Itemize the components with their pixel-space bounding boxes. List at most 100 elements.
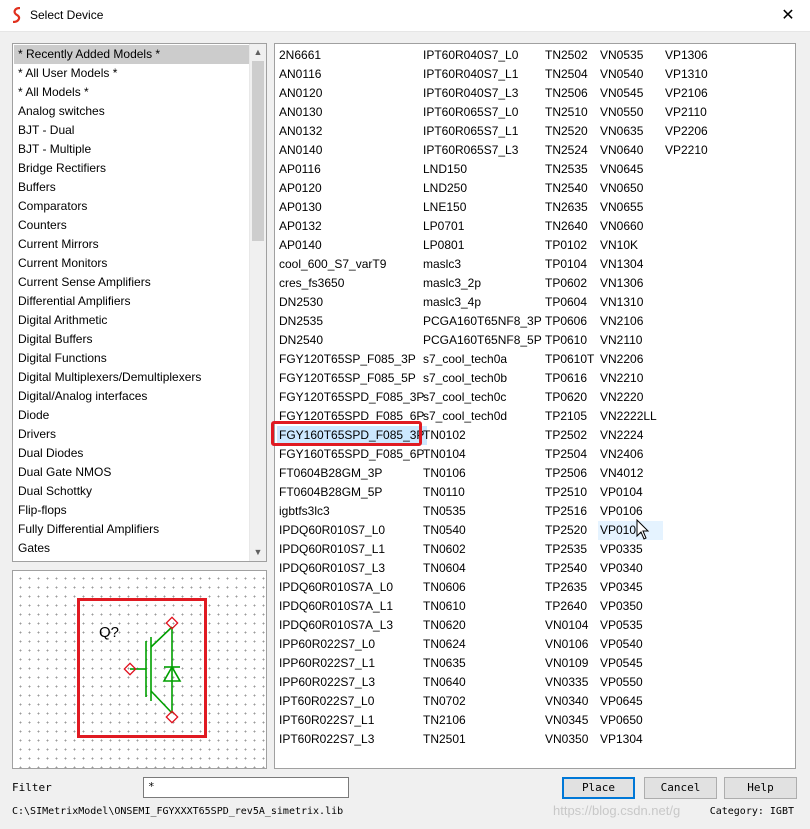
model-item[interactable]: AN0120	[277, 84, 427, 103]
category-item[interactable]: * Recently Added Models *	[14, 45, 250, 64]
model-item[interactable]: VN0660	[598, 217, 663, 236]
model-item[interactable]: IPT60R065S7_L3	[421, 141, 545, 160]
model-item[interactable]: IPT60R065S7_L0	[421, 103, 545, 122]
model-item[interactable]: IPDQ60R010S7_L1	[277, 540, 427, 559]
model-item[interactable]: VP0645	[598, 692, 663, 711]
model-item[interactable]: FT0604B28GM_5P	[277, 483, 427, 502]
model-item[interactable]: FT0604B28GM_3P	[277, 464, 427, 483]
model-item[interactable]: VN1310	[598, 293, 663, 312]
model-item[interactable]: VN2222LL	[598, 407, 663, 426]
model-item[interactable]: TP0620	[543, 388, 597, 407]
model-item[interactable]: VN2206	[598, 350, 663, 369]
model-item[interactable]: LP0701	[421, 217, 545, 236]
model-item[interactable]: TN0602	[421, 540, 545, 559]
model-item[interactable]: VN1306	[598, 274, 663, 293]
model-item[interactable]: AP0116	[277, 160, 427, 179]
model-item[interactable]: TP2502	[543, 426, 597, 445]
model-item[interactable]: IPDQ60R010S7A_L1	[277, 597, 427, 616]
close-button[interactable]: ✕	[766, 0, 810, 31]
model-item[interactable]: TN0610	[421, 597, 545, 616]
model-item[interactable]: VN0550	[598, 103, 663, 122]
model-item[interactable]: VN0350	[543, 730, 597, 749]
model-item[interactable]: maslc3_4p	[421, 293, 545, 312]
model-item[interactable]: TN0110	[421, 483, 545, 502]
model-item[interactable]: IPT60R022S7_L1	[277, 711, 427, 730]
model-item[interactable]: DN2530	[277, 293, 427, 312]
model-item[interactable]: LND250	[421, 179, 545, 198]
model-item[interactable]: TN0640	[421, 673, 545, 692]
model-item[interactable]: FGY120T65SP_F085_5P	[277, 369, 427, 388]
model-item[interactable]: FGY120T65SP_F085_3P	[277, 350, 427, 369]
model-item[interactable]: IPT60R040S7_L3	[421, 84, 545, 103]
model-item[interactable]: TP2516	[543, 502, 597, 521]
model-item[interactable]: VP2206	[663, 122, 711, 141]
category-item[interactable]: Counters	[14, 216, 250, 235]
category-item[interactable]: BJT - Multiple	[14, 140, 250, 159]
model-item[interactable]: TP0602	[543, 274, 597, 293]
category-item[interactable]: Buffers	[14, 178, 250, 197]
model-item[interactable]: TP2640	[543, 597, 597, 616]
category-item[interactable]: Current Sense Amplifiers	[14, 273, 250, 292]
cancel-button[interactable]: Cancel	[644, 777, 717, 799]
model-item[interactable]: IPDQ60R010S7A_L0	[277, 578, 427, 597]
model-item[interactable]: VN0335	[543, 673, 597, 692]
model-item[interactable]: TN2504	[543, 65, 597, 84]
category-item[interactable]: Gates	[14, 539, 250, 558]
model-item[interactable]: TP0604	[543, 293, 597, 312]
model-item[interactable]: VP1304	[598, 730, 663, 749]
model-item[interactable]: VN10K	[598, 236, 663, 255]
model-item[interactable]: TN2520	[543, 122, 597, 141]
model-item[interactable]: FGY160T65SPD_F085_6P	[277, 445, 427, 464]
category-item[interactable]: Fully Differential Amplifiers	[14, 520, 250, 539]
category-item[interactable]: Digital Multiplexers/Demultiplexers	[14, 368, 250, 387]
model-item[interactable]: TN2524	[543, 141, 597, 160]
model-item[interactable]: TN0635	[421, 654, 545, 673]
model-item[interactable]: VN2220	[598, 388, 663, 407]
category-item[interactable]: Digital Buffers	[14, 330, 250, 349]
model-item[interactable]: VP0106	[598, 502, 663, 521]
model-item[interactable]: TN0702	[421, 692, 545, 711]
model-item[interactable]: VP0650	[598, 711, 663, 730]
model-item[interactable]: maslc3_2p	[421, 274, 545, 293]
model-item[interactable]: TN0102	[421, 426, 545, 445]
model-item[interactable]: VN0635	[598, 122, 663, 141]
model-item[interactable]: 2N6661	[277, 46, 427, 65]
model-item[interactable]: VN2406	[598, 445, 663, 464]
model-item[interactable]: TP2105	[543, 407, 597, 426]
model-item[interactable]: TP0610T	[543, 350, 597, 369]
model-item[interactable]: VP0350	[598, 597, 663, 616]
model-item[interactable]: TP2504	[543, 445, 597, 464]
model-item[interactable]: igbtfs3lc3	[277, 502, 427, 521]
model-item[interactable]: VN0535	[598, 46, 663, 65]
category-item[interactable]: Current Monitors	[14, 254, 250, 273]
model-item[interactable]: VP0535	[598, 616, 663, 635]
model-item[interactable]: VP2106	[663, 84, 711, 103]
model-item[interactable]: VN2110	[598, 331, 663, 350]
model-item[interactable]: PCGA160T65NF8_5P	[421, 331, 545, 350]
model-item[interactable]: IPP60R022S7_L3	[277, 673, 427, 692]
model-item[interactable]: TN2635	[543, 198, 597, 217]
model-item[interactable]: TN0624	[421, 635, 545, 654]
model-item[interactable]: VP0340	[598, 559, 663, 578]
filter-input[interactable]: *	[143, 777, 349, 798]
model-item[interactable]: IPP60R022S7_L1	[277, 654, 427, 673]
model-item[interactable]: VN0545	[598, 84, 663, 103]
model-item[interactable]: VN2106	[598, 312, 663, 331]
model-item[interactable]: VP1306	[663, 46, 711, 65]
model-item[interactable]: IPT60R040S7_L1	[421, 65, 545, 84]
model-item[interactable]: VP1310	[663, 65, 711, 84]
model-item[interactable]: TN2502	[543, 46, 597, 65]
model-list[interactable]: 2N6661 AN0116 AN0120 AN0130 AN0132 AN0140 AP01…	[274, 43, 796, 769]
model-item[interactable]: maslc3	[421, 255, 545, 274]
scroll-thumb[interactable]	[252, 61, 264, 241]
model-item[interactable]: TN2106	[421, 711, 545, 730]
model-item[interactable]: TN0540	[421, 521, 545, 540]
model-item[interactable]: VP0550	[598, 673, 663, 692]
category-item[interactable]: Comparators	[14, 197, 250, 216]
model-item[interactable]: IPT60R065S7_L1	[421, 122, 545, 141]
model-item[interactable]: VN0655	[598, 198, 663, 217]
model-item[interactable]: TN2535	[543, 160, 597, 179]
model-item[interactable]: TN0535	[421, 502, 545, 521]
category-item[interactable]: Diode	[14, 406, 250, 425]
model-item[interactable]: AN0130	[277, 103, 427, 122]
